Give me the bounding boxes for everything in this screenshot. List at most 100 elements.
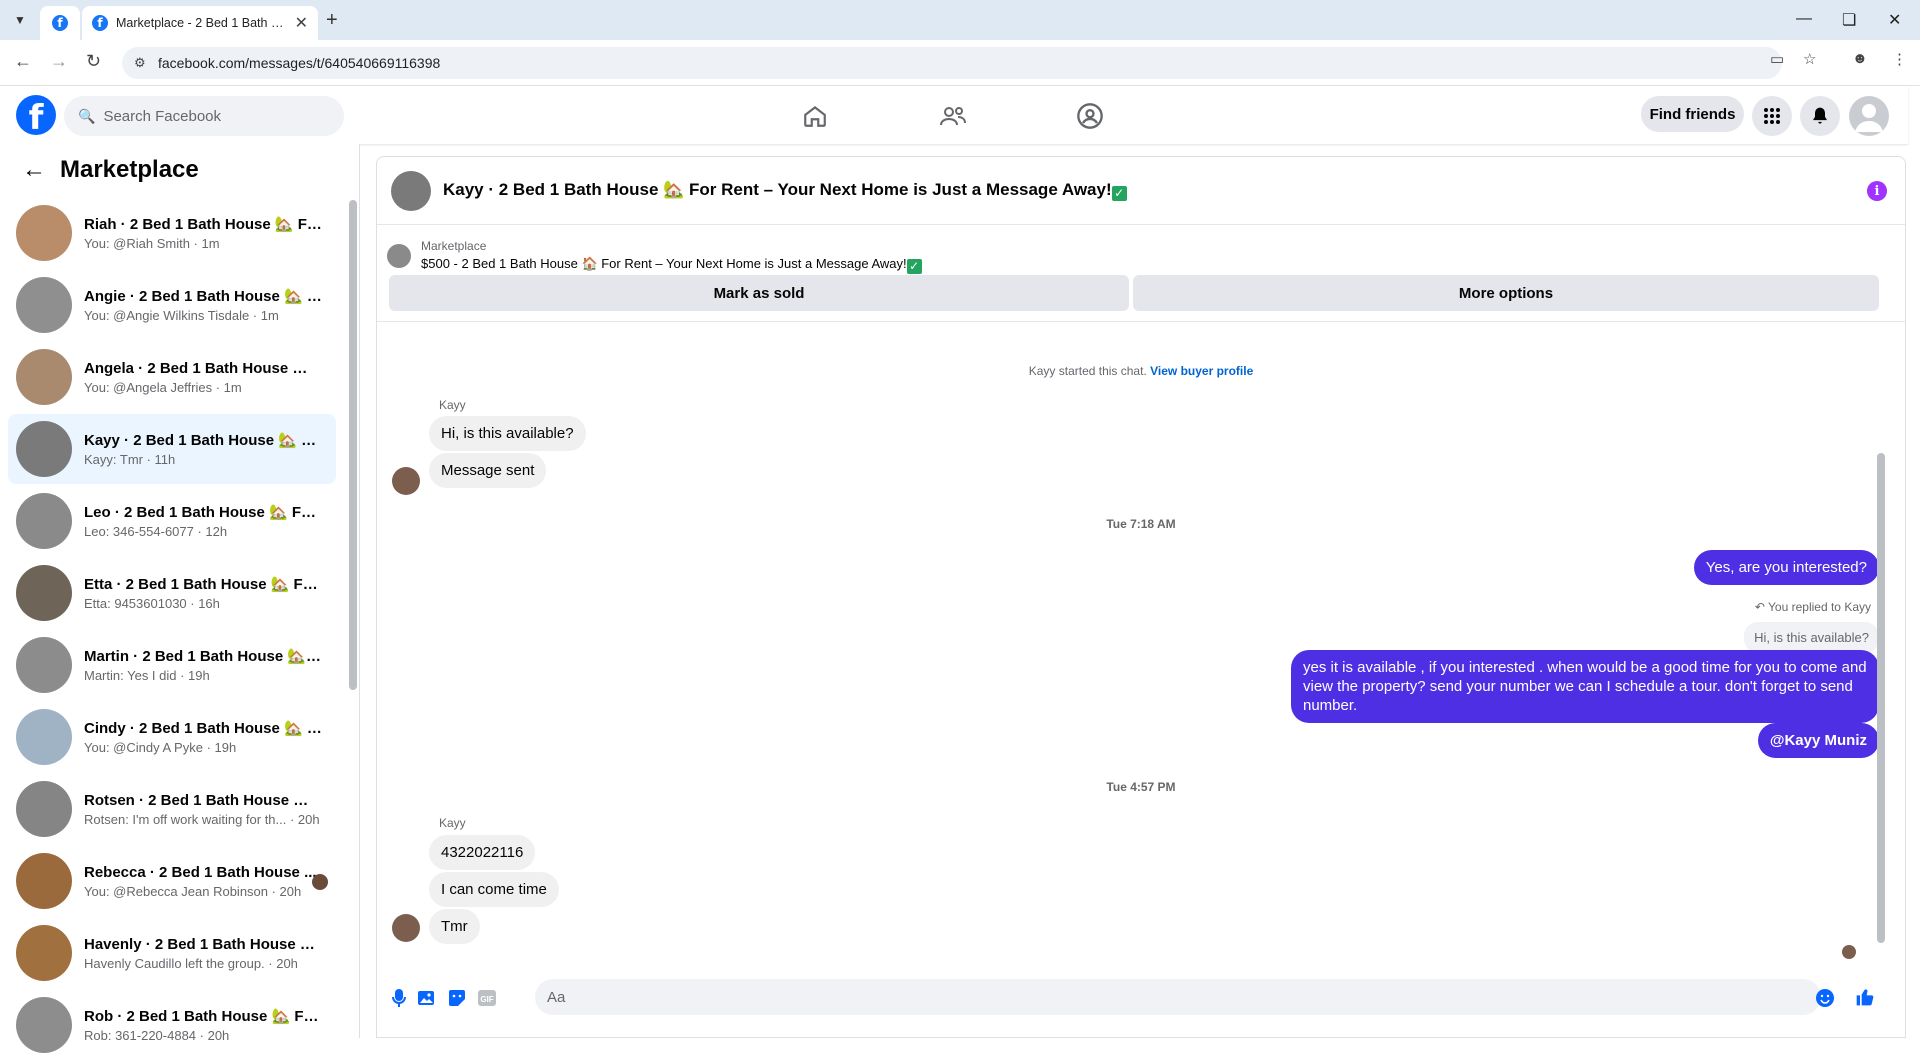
- view-buyer-profile-link[interactable]: View buyer profile: [1150, 364, 1253, 378]
- sidebar-scrollbar[interactable]: [349, 200, 357, 690]
- conversation-item[interactable]: Havenly · 2 Bed 1 Bath House 🏡 ... Havenl…: [8, 918, 336, 988]
- marketplace-sidebar: ← Marketplace Riah · 2 Bed 1 Bath House …: [0, 144, 360, 1053]
- conversation-item[interactable]: Rotsen · 2 Bed 1 Bath House 🏡 ... Rotsen:…: [8, 774, 336, 844]
- conversation-thumbnail: [16, 997, 72, 1053]
- conversation-preview: Havenly Caudillo left the group. · 20h: [84, 956, 298, 971]
- forward-arrow-icon[interactable]: →: [50, 51, 68, 72]
- conversation-item[interactable]: Leo · 2 Bed 1 Bath House 🏡 For ... Leo: 3…: [8, 486, 336, 556]
- conversation-item[interactable]: Rebecca · 2 Bed 1 Bath House ... You: @Re…: [8, 846, 336, 916]
- sidebar-title: Marketplace: [60, 156, 199, 183]
- outgoing-mention-message[interactable]: @Kayy Muniz: [1757, 723, 1879, 758]
- incoming-message[interactable]: Tmr: [429, 909, 480, 944]
- pinned-tab[interactable]: f: [40, 6, 80, 40]
- install-app-icon[interactable]: ▭: [1770, 50, 1784, 68]
- search-input[interactable]: 🔍 Search Facebook: [64, 96, 344, 136]
- conversation-thumbnail: [16, 853, 72, 909]
- notifications-bell-icon[interactable]: [1800, 96, 1840, 136]
- address-bar[interactable]: ⚙ facebook.com/messages/t/64054066911639…: [122, 47, 1782, 79]
- profile-icon[interactable]: ☻: [1852, 50, 1868, 67]
- conversation-preview: Martin: Yes I did · 19h: [84, 668, 210, 683]
- sender-name: Kayy: [439, 816, 466, 830]
- new-tab-plus-icon[interactable]: +: [326, 9, 338, 32]
- conversation-preview: You: @Angela Jeffries · 1m: [84, 380, 242, 395]
- gif-icon[interactable]: GIF: [477, 988, 497, 1008]
- chat-avatar[interactable]: [391, 170, 431, 211]
- chat-panel: Kayy · 2 Bed 1 Bath House 🏡 For Rent – Y…: [376, 156, 1906, 1038]
- listing-title: $500 - 2 Bed 1 Bath House 🏠 For Rent – Y…: [421, 256, 922, 274]
- conversation-thumbnail: [16, 709, 72, 765]
- conversation-name: Rob · 2 Bed 1 Bath House 🏡 For...: [84, 1008, 322, 1025]
- mark-as-sold-button[interactable]: Mark as sold: [389, 275, 1129, 311]
- url-text: facebook.com/messages/t/640540669116398: [158, 55, 441, 71]
- more-options-button[interactable]: More options: [1133, 275, 1879, 311]
- tab-search-chevron-icon[interactable]: ▼: [8, 8, 32, 32]
- conversation-item[interactable]: Martin · 2 Bed 1 Bath House 🏡 ... Martin:…: [8, 630, 336, 700]
- message-input[interactable]: Aa: [535, 979, 1821, 1015]
- facebook-favicon-icon: f: [92, 15, 108, 31]
- message-placeholder: Aa: [547, 988, 566, 1006]
- incoming-message[interactable]: I can come time: [429, 872, 559, 907]
- conversation-item[interactable]: Cindy · 2 Bed 1 Bath House 🏡 F... You: @C…: [8, 702, 336, 772]
- conversation-item[interactable]: Angela · 2 Bed 1 Bath House 🏡 ... You: @A…: [8, 342, 336, 412]
- chat-started-notice: Kayy started this chat. View buyer profi…: [1028, 364, 1254, 378]
- bookmark-star-icon[interactable]: ☆: [1803, 50, 1816, 68]
- sender-avatar[interactable]: [392, 467, 420, 495]
- conversation-preview: Kayy: Tmr · 11h: [84, 452, 176, 467]
- restore-icon[interactable]: ❏: [1842, 10, 1856, 30]
- sender-avatar[interactable]: [392, 914, 420, 942]
- quoted-message[interactable]: Hi, is this available?: [1744, 622, 1879, 653]
- check-mark-icon: ✓: [1111, 186, 1127, 201]
- menu-grid-icon[interactable]: [1752, 96, 1792, 136]
- conversation-preview: Etta: 9453601030 · 16h: [84, 596, 220, 611]
- conversation-name: Havenly · 2 Bed 1 Bath House 🏡 ...: [84, 936, 322, 953]
- browser-menu-icon[interactable]: ⋮: [1892, 50, 1907, 68]
- emoji-icon[interactable]: [1815, 988, 1835, 1008]
- listing-summary[interactable]: Marketplace $500 - 2 Bed 1 Bath House 🏠 …: [387, 233, 1887, 279]
- tab-close-icon[interactable]: ✕: [295, 13, 308, 33]
- incoming-message[interactable]: Message sent: [429, 453, 547, 488]
- photo-icon[interactable]: [417, 988, 437, 1008]
- active-tab[interactable]: f Marketplace - 2 Bed 1 Bath Hou ✕: [82, 6, 318, 40]
- chat-title[interactable]: Kayy · 2 Bed 1 Bath House 🏡 For Rent – Y…: [443, 180, 1127, 201]
- conversation-thumbnail: [16, 205, 72, 261]
- info-icon[interactable]: i: [1867, 181, 1887, 201]
- conversation-name: Riah · 2 Bed 1 Bath House 🏡 Fo...: [84, 216, 322, 233]
- tab-title: Marketplace - 2 Bed 1 Bath Hou: [116, 16, 289, 30]
- find-friends-button[interactable]: Find friends: [1641, 96, 1744, 132]
- site-settings-icon[interactable]: ⚙: [134, 55, 146, 71]
- groups-icon[interactable]: [1074, 100, 1106, 132]
- conversation-preview: Leo: 346-554-6077 · 12h: [84, 524, 228, 539]
- account-avatar[interactable]: [1849, 96, 1889, 136]
- conversation-thumbnail: [16, 637, 72, 693]
- check-mark-icon: ✓: [906, 258, 922, 274]
- conversation-name: Angela · 2 Bed 1 Bath House 🏡 ...: [84, 360, 322, 377]
- sticker-icon[interactable]: [447, 988, 467, 1008]
- outgoing-message[interactable]: yes it is available , if you interested …: [1291, 650, 1879, 723]
- incoming-message[interactable]: Hi, is this available?: [429, 416, 586, 451]
- conversation-item[interactable]: Kayy · 2 Bed 1 Bath House 🏡 Fo... Kayy: T…: [8, 414, 336, 484]
- conversation-name: Rotsen · 2 Bed 1 Bath House 🏡 ...: [84, 792, 322, 809]
- thumbs-up-icon[interactable]: [1855, 987, 1875, 1007]
- conversation-thumbnail: [16, 421, 72, 477]
- incoming-message[interactable]: 4322022116: [429, 835, 536, 870]
- svg-text:GIF: GIF: [480, 995, 493, 1004]
- microphone-icon[interactable]: [389, 988, 409, 1008]
- close-window-icon[interactable]: ✕: [1888, 10, 1901, 30]
- minimize-icon[interactable]: —: [1796, 10, 1812, 28]
- home-icon[interactable]: [799, 100, 831, 132]
- reload-icon[interactable]: ↻: [86, 51, 101, 72]
- friends-icon[interactable]: [937, 100, 969, 132]
- conversation-item[interactable]: Rob · 2 Bed 1 Bath House 🏡 For... Rob: 36…: [8, 990, 336, 1060]
- conversation-item[interactable]: Etta · 2 Bed 1 Bath House 🏡 For... Etta: …: [8, 558, 336, 628]
- divider: [377, 321, 1905, 322]
- back-arrow-icon[interactable]: ←: [14, 51, 32, 72]
- timestamp: Tue 4:57 PM: [1106, 780, 1176, 794]
- outgoing-message[interactable]: Yes, are you interested?: [1693, 550, 1879, 585]
- conversation-item[interactable]: Angie · 2 Bed 1 Bath House 🏡 F... You: @A…: [8, 270, 336, 340]
- facebook-logo-icon[interactable]: f: [16, 95, 56, 135]
- back-arrow-icon[interactable]: ←: [22, 156, 46, 184]
- chat-scrollbar[interactable]: [1877, 453, 1885, 943]
- conversation-item[interactable]: Riah · 2 Bed 1 Bath House 🏡 Fo... You: @R…: [8, 198, 336, 268]
- search-placeholder: Search Facebook: [103, 107, 222, 125]
- conversation-thumbnail: [16, 493, 72, 549]
